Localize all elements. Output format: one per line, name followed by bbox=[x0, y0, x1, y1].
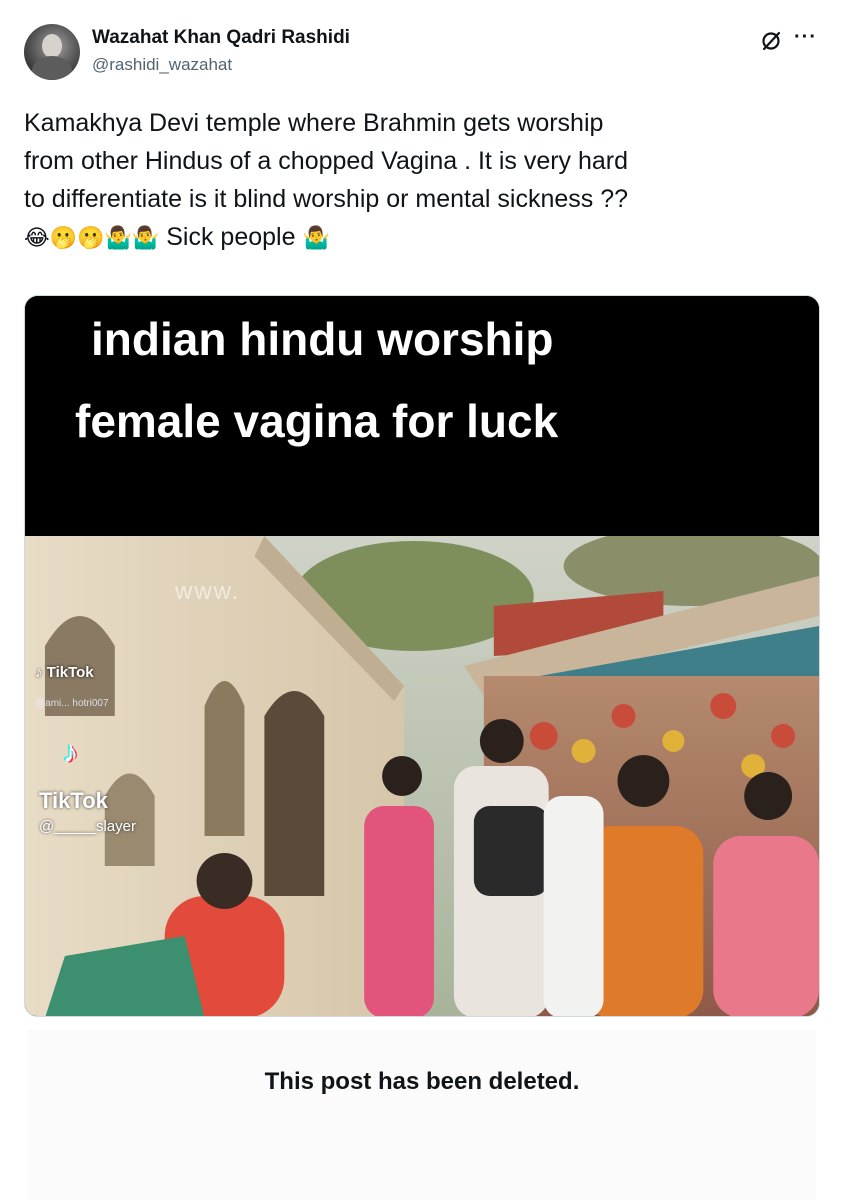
tweet-card[interactable]: Wazahat Khan Qadri Rashidi @rashidi_waza… bbox=[0, 0, 844, 1025]
video-frame-scene bbox=[25, 536, 819, 1016]
tweet-text-line: to differentiate is it blind worship or … bbox=[24, 185, 629, 213]
more-icon[interactable]: ··· bbox=[794, 26, 817, 49]
tiktok-logo-icon: ♪ bbox=[63, 736, 78, 769]
avatar[interactable] bbox=[24, 24, 80, 80]
avatar-body bbox=[32, 56, 72, 80]
tweet-text: Kamakhya Devi temple where Brahmin gets … bbox=[24, 104, 824, 258]
deleted-notice-box: This post has been deleted. bbox=[28, 1030, 816, 1200]
tiktok-user-1: @ami... hotri007 bbox=[35, 698, 109, 709]
tiktok-watermark-1: ♪ TikTok bbox=[35, 664, 94, 681]
grok-icon[interactable] bbox=[760, 30, 782, 52]
avatar-face bbox=[42, 34, 62, 58]
site-watermark: www. bbox=[175, 578, 241, 605]
emoji-group: 😂🫢🫢🤷‍♂️🤷‍♂️ bbox=[24, 226, 160, 251]
video-caption-line-2: female vagina for luck bbox=[75, 395, 559, 447]
author-handle[interactable]: @rashidi_wazahat bbox=[92, 55, 232, 75]
video-caption-line-1: indian hindu worship bbox=[91, 313, 554, 365]
video-caption-band: indian hindu worship female vagina for l… bbox=[25, 296, 819, 536]
author-name[interactable]: Wazahat Khan Qadri Rashidi bbox=[92, 27, 350, 49]
tiktok-label-1: TikTok bbox=[46, 664, 94, 681]
trailing-text: Sick people bbox=[166, 223, 296, 251]
tweet-text-line-emoji: 😂🫢🫢🤷‍♂️🤷‍♂️ Sick people 🤷‍♂️ bbox=[24, 218, 824, 258]
tiktok-label-2: TikTok bbox=[39, 788, 108, 813]
tweet-text-line: from other Hindus of a chopped Vagina . … bbox=[24, 147, 629, 175]
shrug-emoji: 🤷‍♂️ bbox=[302, 226, 330, 251]
tiktok-user-2: @_____slayer bbox=[39, 818, 136, 835]
video-media[interactable]: indian hindu worship female vagina for l… bbox=[24, 295, 820, 1017]
deleted-notice-text: This post has been deleted. bbox=[264, 1068, 580, 1095]
tweet-text-line: Kamakhya Devi temple where Brahmin gets … bbox=[24, 109, 604, 137]
